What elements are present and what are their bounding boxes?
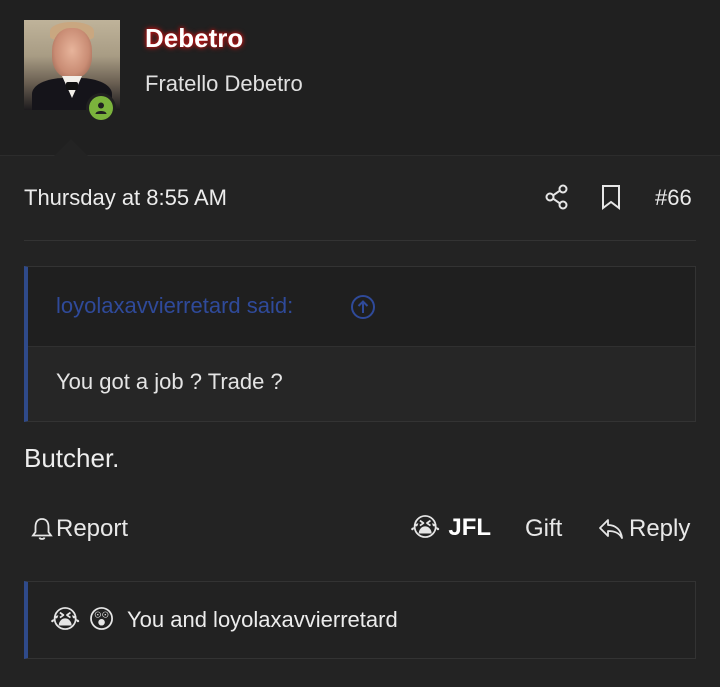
- reply-arrow-icon: [599, 519, 623, 539]
- report-label: Report: [56, 515, 129, 542]
- astonished-face-icon: 😲: [88, 604, 116, 634]
- report-button[interactable]: Report: [30, 515, 128, 543]
- post-meta: Thursday at 8:55 AM #66: [0, 180, 720, 216]
- post-header: Debetro Fratello Debetro: [0, 0, 720, 156]
- reactions-bar[interactable]: 😭 😲 You and loyolaxavvierretard: [24, 581, 696, 659]
- username[interactable]: Debetro: [145, 23, 243, 54]
- online-status-icon: [86, 93, 116, 123]
- react-button[interactable]: 😭 JFL: [410, 512, 491, 543]
- jump-to-quote-icon[interactable]: [350, 294, 376, 325]
- crying-face-icon: 😭: [50, 604, 81, 634]
- post-body: Butcher.: [24, 443, 120, 473]
- bell-icon: [31, 518, 53, 540]
- quote-text: You got a job ? Trade ?: [56, 369, 283, 394]
- post-number[interactable]: #66: [655, 185, 692, 211]
- post-actions: Report 😭 JFL Gift Reply: [0, 510, 720, 550]
- gift-button[interactable]: Gift: [525, 515, 562, 543]
- quote-author[interactable]: loyolaxavvierretard said:: [56, 293, 293, 319]
- share-icon[interactable]: [544, 184, 570, 215]
- quote-block: loyolaxavvierretard said: You got a job …: [24, 266, 696, 422]
- quote-header: loyolaxavvierretard said:: [28, 267, 695, 347]
- react-label: JFL: [448, 513, 492, 541]
- header-pointer: [54, 139, 88, 156]
- post-timestamp[interactable]: Thursday at 8:55 AM: [24, 185, 227, 211]
- crying-face-icon: 😭: [410, 512, 441, 542]
- reactions-summary[interactable]: You and loyolaxavvierretard: [127, 607, 398, 633]
- bookmark-icon[interactable]: [600, 184, 622, 215]
- divider: [24, 240, 696, 241]
- reply-button[interactable]: Reply: [597, 515, 690, 543]
- reply-label: Reply: [629, 515, 691, 542]
- user-title: Fratello Debetro: [145, 71, 303, 96]
